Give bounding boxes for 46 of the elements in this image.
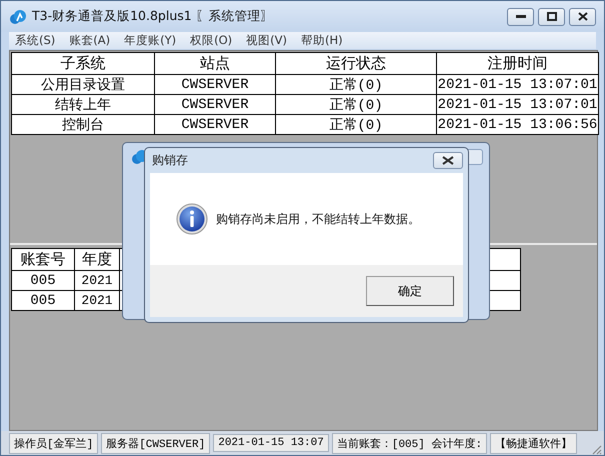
menu-item[interactable]: 账套(A) [63,33,116,48]
status-panel: 操作员[金军兰] [9,432,98,454]
column-header: 年度 [74,248,120,270]
table-cell: 结转上年 [12,94,154,114]
dialog-title: 购销存 [151,152,188,169]
menu-item[interactable]: 视图(V) [240,33,293,48]
ok-button[interactable]: 确定 [366,276,454,306]
table-cell: 005 [12,270,74,290]
status-panel: 【畅捷通软件】 [490,432,578,454]
column-header: 子系统 [12,52,154,74]
table-cell: 正常(0) [276,94,436,114]
status-panel: 当前账套：[005] 会计年度: [332,432,488,454]
column-header: 运行状态 [276,52,436,74]
minimize-button[interactable] [507,8,534,26]
column-header: 站点 [154,52,276,74]
resize-grip-icon[interactable] [590,443,602,455]
menu-item[interactable]: 年度账(Y) [118,33,182,48]
table-cell: 2021-01-15 13:07:01 [436,94,598,114]
table-cell: 公用目录设置 [12,74,154,94]
menu-item[interactable]: 权限(O) [184,33,238,48]
column-header: 注册时间 [436,52,598,74]
table-cell: 2021-01-15 13:06:56 [436,114,598,134]
table-cell: CWSERVER [154,74,276,94]
status-panel: 2021-01-15 13:07 [213,434,329,452]
maximize-button[interactable] [538,8,565,26]
table-cell: CWSERVER [154,114,276,134]
window-title: T3-财务通普及版10.8plus1 〖系统管理〗 [32,8,274,25]
table-cell: 控制台 [12,114,154,134]
close-icon [442,156,454,165]
table-cell: 2021-01-15 13:07:01 [436,74,598,94]
menu-item[interactable]: 系统(S) [9,33,62,48]
maximize-icon [546,12,556,21]
column-header: 账套号 [12,248,74,270]
info-icon [176,203,208,235]
cloud-logo-icon [9,8,27,24]
table-cell: 正常(0) [276,114,436,134]
menu-item[interactable]: 帮助(H) [295,33,349,48]
table-cell: 2021 [74,290,120,310]
close-icon [578,12,588,21]
minimize-icon [516,14,526,18]
table-cell: 005 [12,290,74,310]
table-cell: 正常(0) [276,74,436,94]
table-cell: CWSERVER [154,94,276,114]
dialog-message: 购销存尚未启用，不能结转上年数据。 [216,210,420,228]
status-panel: 服务器[CWSERVER] [101,432,210,454]
table-cell: 2021 [74,270,120,290]
